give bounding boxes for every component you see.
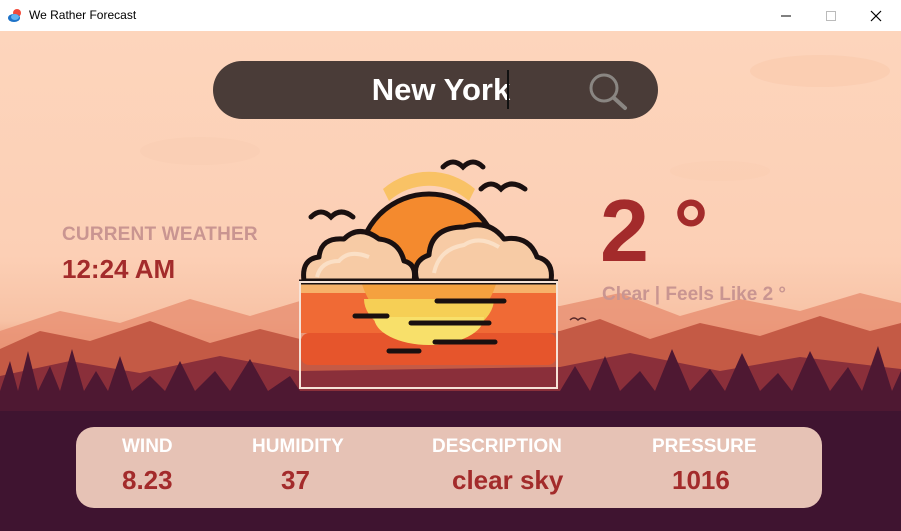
- search-bar: [213, 61, 658, 119]
- description-label: DESCRIPTION: [432, 436, 562, 457]
- sunset-clouds-icon: [299, 159, 558, 365]
- weather-cloud-icon: [8, 9, 21, 22]
- city-search-input[interactable]: [293, 61, 589, 119]
- maximize-button[interactable]: [808, 0, 854, 31]
- current-weather-label: CURRENT WEATHER: [62, 224, 258, 245]
- temperature-value: 2 °: [600, 181, 709, 280]
- humidity-value: 37: [281, 465, 310, 495]
- text-caret: [507, 70, 509, 109]
- app-window: CURRENT WEATHER 12:24 AM: [0, 31, 901, 531]
- wind-label: WIND: [122, 436, 173, 457]
- pressure-label: PRESSURE: [652, 436, 757, 457]
- close-icon: [870, 10, 882, 21]
- weather-details-panel: WIND 8.23 HUMIDITY 37 DESCRIPTION clear …: [76, 427, 822, 508]
- window-title: We Rather Forecast: [29, 8, 137, 22]
- window-title-bar: We Rather Forecast: [0, 0, 901, 31]
- maximize-icon: [826, 10, 836, 21]
- minimize-button[interactable]: [763, 0, 809, 31]
- feels-like-text: Clear | Feels Like 2 °: [602, 284, 787, 305]
- close-button[interactable]: [853, 0, 899, 31]
- current-time: 12:24 AM: [62, 254, 176, 284]
- wind-value: 8.23: [122, 465, 173, 495]
- description-value: clear sky: [452, 465, 564, 495]
- pressure-value: 1016: [672, 465, 730, 495]
- search-icon[interactable]: [587, 71, 629, 111]
- minimize-icon: [781, 15, 791, 16]
- humidity-label: HUMIDITY: [252, 436, 344, 457]
